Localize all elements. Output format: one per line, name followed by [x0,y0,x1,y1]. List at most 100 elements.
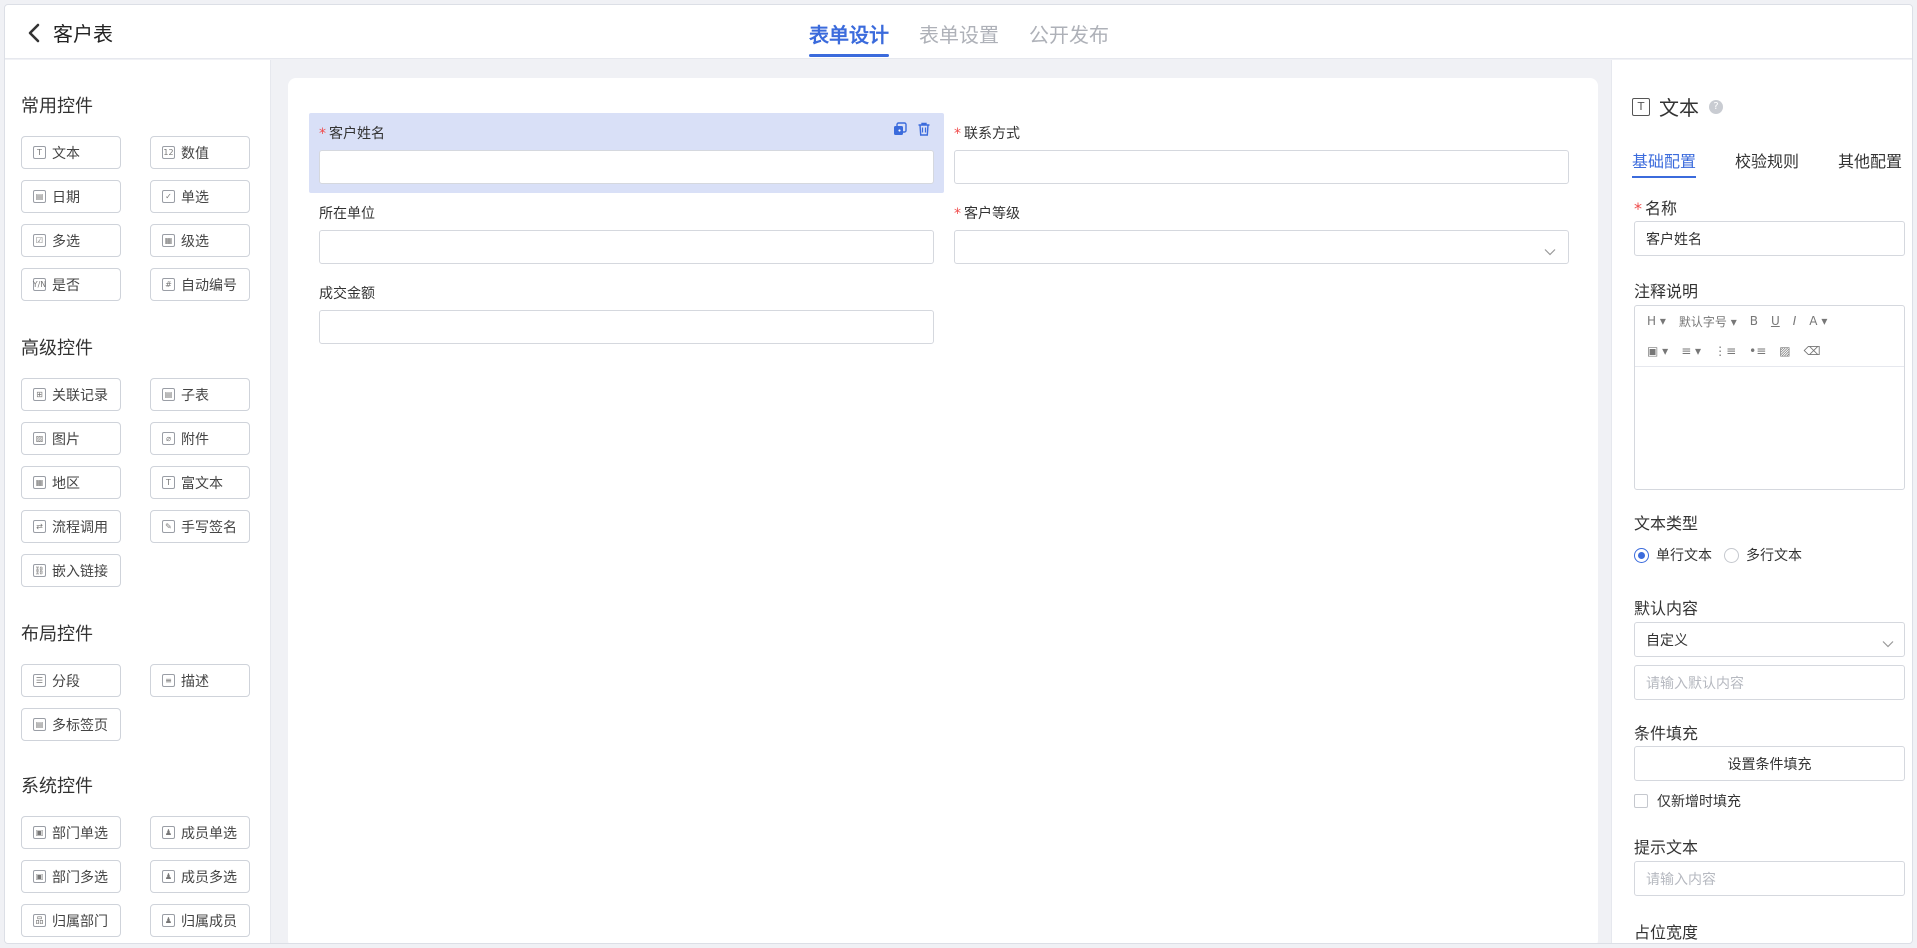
control-label: 描述 [181,673,209,690]
tab-validation-rules[interactable]: 校验规则 [1735,148,1799,178]
dept-single-icon: ▣ [33,826,46,839]
control-rich-text[interactable]: T 富文本 [150,466,250,499]
control-multi-select[interactable]: ☑ 多选 [21,224,121,257]
control-process-call[interactable]: ⇄ 流程调用 [21,510,121,543]
radio-dot [1634,547,1649,563]
control-owner-member[interactable]: ♟ 归属成员 [150,904,250,937]
hint-text-label: 提示文本 [1634,838,1699,857]
field-input[interactable] [319,310,934,344]
control-number[interactable]: 12 数值 [150,136,250,169]
tab-public-publish[interactable]: 公开发布 [1029,5,1109,59]
control-single-select[interactable]: ✓ 单选 [150,180,250,213]
field-select[interactable] [954,230,1569,264]
only-on-create-checkbox[interactable]: 仅新增时填充 [1634,791,1741,811]
note-label: 注释说明 [1634,282,1699,301]
number-icon: 12 [162,146,175,159]
clear-format-button[interactable]: ⌫ [1804,344,1821,358]
heading-button[interactable]: H ▾ [1647,314,1666,328]
control-text[interactable]: T 文本 [21,136,121,169]
image-button[interactable]: ▨ [1779,344,1790,358]
required-mark: * [1634,199,1642,218]
control-owner-dept[interactable]: 品归属部门 [21,904,121,937]
form-field-company[interactable]: 所在单位 [309,193,944,273]
control-member-multi[interactable]: ♟ 成员多选 [150,860,250,893]
copy-icon[interactable] [892,121,908,137]
placeholder-width-label: 占位宽度 [1634,923,1699,942]
default-content-select[interactable]: 自定义 [1634,622,1905,657]
control-section[interactable]: ☰ 分段 [21,664,121,697]
back-button[interactable]: 客户表 [23,18,113,47]
hint-text-input[interactable]: 请输入内容 [1634,861,1905,896]
control-yes-no[interactable]: Y/N 是否 [21,268,121,301]
dept-multi-icon: ▣ [33,870,46,883]
control-member-single[interactable]: ♟ 成员单选 [150,816,250,849]
font-color-button[interactable]: A ▾ [1809,314,1827,328]
process-call-icon: ⇄ [33,520,46,533]
set-condition-fill-button[interactable]: 设置条件填充 [1634,746,1905,781]
control-dept-single[interactable]: ▣ 部门单选 [21,816,121,849]
underline-button[interactable]: U [1771,314,1780,328]
control-region[interactable]: ▦ 地区 [21,466,121,499]
control-description[interactable]: ≡ 描述 [150,664,250,697]
delete-icon[interactable] [916,121,932,137]
region-icon: ▦ [33,476,46,489]
control-image[interactable]: ▨ 图片 [21,422,121,455]
radio-multi-line[interactable]: 多行文本 [1724,545,1802,565]
control-sub-table[interactable]: ▤ 子表 [150,378,250,411]
multi-tab-icon: ▤ [33,718,46,731]
form-field-customer-name[interactable]: * 客户姓名 [309,113,944,193]
chevron-left-icon [23,20,45,46]
field-input[interactable] [954,150,1569,184]
group-title-common: 常用控件 [21,96,93,117]
control-date[interactable]: ▤ 日期 [21,180,121,213]
attachment-icon: ⌀ [162,432,175,445]
field-input[interactable] [319,230,934,264]
control-attachment[interactable]: ⌀ 附件 [150,422,250,455]
properties-panel: T 文本 ? 基础配置 校验规则 其他配置 * 名称 客户姓名 注释说明 H ▾ … [1611,60,1912,943]
font-size-select[interactable]: 默认字号 ▾ [1679,313,1737,330]
field-label: 成交金额 [319,286,375,302]
align-button[interactable]: ≡ ▾ [1681,344,1701,358]
required-mark: * [954,126,961,142]
app-frame: 客户表 表单设计 表单设置 公开发布 常用控件 高级控件 布局控件 系统控件 T… [4,4,1913,944]
top-header: 客户表 表单设计 表单设置 公开发布 [5,5,1912,59]
field-label: * 客户等级 [954,206,1020,222]
control-embed-link[interactable]: ⛓ 嵌入链接 [21,554,121,587]
control-linked-record[interactable]: ⊞ 关联记录 [21,378,121,411]
control-cascade[interactable]: ▦ 级选 [150,224,250,257]
sub-table-icon: ▤ [162,388,175,401]
tab-form-settings[interactable]: 表单设置 [919,5,999,59]
bold-button[interactable]: B [1750,314,1758,328]
control-dept-multi[interactable]: ▣ 部门多选 [21,860,121,893]
control-signature[interactable]: ✎ 手写签名 [150,510,250,543]
form-field-contact[interactable]: * 联系方式 [944,113,1569,193]
field-label: * 客户姓名 [319,126,385,142]
single-select-icon: ✓ [162,190,175,203]
group-title-advanced: 高级控件 [21,338,93,359]
ordered-list-button[interactable]: ⋮≡ [1714,344,1736,358]
form-canvas[interactable]: * 客户姓名 * 联系方式 所在单位 * 客户等级 成交金额 [288,78,1598,943]
background-color-button[interactable]: ▣ ▾ [1647,344,1668,358]
page-title: 客户表 [53,22,113,46]
form-field-customer-level[interactable]: * 客户等级 [944,193,1569,273]
control-label: 成员多选 [181,869,237,886]
required-mark: * [319,126,326,142]
embed-link-icon: ⛓ [33,564,46,577]
name-input[interactable]: 客户姓名 [1634,221,1905,256]
tab-other-config[interactable]: 其他配置 [1838,148,1902,178]
multi-select-icon: ☑ [33,234,46,247]
tab-basic-config[interactable]: 基础配置 [1632,148,1697,178]
help-icon[interactable]: ? [1709,99,1723,114]
rich-text-editor[interactable]: H ▾ 默认字号 ▾ B U I A ▾ ▣ ▾ ≡ ▾ ⋮≡ •≡ ▨ ⌫ [1634,305,1905,490]
control-auto-number[interactable]: # 自动编号 [150,268,250,301]
control-label: 附件 [181,431,209,448]
form-field-deal-amount[interactable]: 成交金额 [309,273,944,353]
field-input[interactable] [319,150,934,184]
control-multi-tab[interactable]: ▤ 多标签页 [21,708,121,741]
tab-form-design[interactable]: 表单设计 [809,5,889,59]
bullet-list-button[interactable]: •≡ [1749,344,1766,358]
control-label: 文本 [52,145,80,162]
default-content-input[interactable]: 请输入默认内容 [1634,665,1905,700]
italic-button[interactable]: I [1793,314,1797,328]
radio-single-line[interactable]: 单行文本 [1634,545,1712,565]
